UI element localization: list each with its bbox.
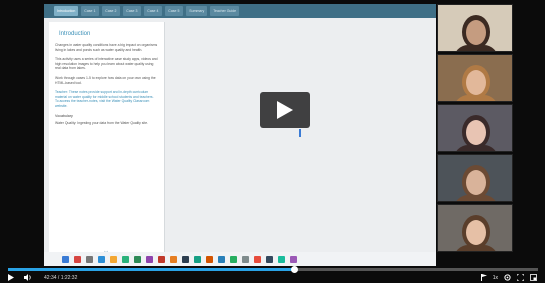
play-pause-button[interactable] — [8, 274, 14, 281]
participant-face — [466, 20, 486, 45]
progress-bar[interactable] — [8, 266, 538, 273]
tab-case-5[interactable]: Case 5 — [165, 6, 184, 16]
taskbar-app-icon[interactable] — [170, 255, 177, 263]
taskbar-app-icon[interactable] — [266, 255, 273, 263]
picture-in-picture-icon — [530, 274, 537, 281]
pip-button[interactable] — [530, 274, 537, 281]
windows-taskbar — [44, 252, 436, 266]
panel-paragraph: Work through cases 1-5 to explore how da… — [55, 75, 156, 85]
taskbar-app-icon[interactable] — [218, 255, 225, 263]
participant-face — [466, 220, 486, 245]
panel-paragraph: Water Quality: Ingesting your data from … — [55, 120, 149, 125]
participant-video-tile[interactable] — [437, 4, 513, 52]
play-icon — [277, 101, 293, 119]
participant-video-tile[interactable] — [437, 104, 513, 152]
taskbar-app-icon[interactable] — [122, 255, 129, 263]
intro-panel: Introduction Changes in water quality co… — [49, 22, 165, 262]
gear-icon — [504, 274, 511, 281]
player-controls: 42:34 / 1:22:32 1x — [0, 272, 545, 283]
play-icon — [8, 274, 14, 281]
participant-video-tile[interactable] — [437, 54, 513, 102]
progress-fill — [8, 268, 295, 271]
flag-icon — [480, 274, 487, 281]
video-frame: Introduction Case 1 Case 2 Case 3 Case 4… — [0, 0, 545, 283]
fullscreen-icon — [517, 274, 524, 281]
speed-button[interactable]: 1x — [493, 275, 498, 281]
play-button[interactable] — [260, 92, 310, 128]
tab-summary[interactable]: Summary — [186, 6, 208, 16]
taskbar-app-icon[interactable] — [194, 255, 201, 263]
panel-teacher-note: Teacher: These notes provide support and… — [55, 90, 154, 108]
participant-face — [466, 170, 486, 195]
taskbar-app-icon[interactable] — [146, 255, 153, 263]
taskbar-app-icon[interactable] — [182, 255, 189, 263]
tab-teacher-guide[interactable]: Teacher Guide — [210, 6, 240, 16]
tab-case-2[interactable]: Case 2 — [102, 6, 121, 16]
volume-button[interactable] — [24, 274, 32, 281]
taskbar-app-icon[interactable] — [254, 255, 261, 263]
volume-icon — [24, 274, 31, 281]
panel-vocabulary-heading: Vocabulary — [55, 113, 73, 118]
taskbar-app-icon[interactable] — [242, 255, 249, 263]
taskbar-app-icon[interactable] — [62, 255, 69, 263]
panel-paragraph: This activity uses a series of interacti… — [55, 57, 158, 71]
participant-video-tile[interactable] — [437, 204, 513, 252]
tab-introduction[interactable]: Introduction — [54, 6, 79, 16]
shared-screen: Introduction Case 1 Case 2 Case 3 Case 4… — [44, 4, 436, 266]
taskbar-app-icon[interactable] — [230, 255, 237, 263]
panel-title: Introduction — [59, 31, 91, 37]
taskbar-app-icon[interactable] — [74, 255, 81, 263]
participant-face — [466, 70, 486, 95]
taskbar-app-icon[interactable] — [206, 255, 213, 263]
time-display: 42:34 / 1:22:32 — [44, 274, 78, 281]
current-time: 42:34 — [44, 274, 57, 281]
fullscreen-button[interactable] — [517, 274, 524, 281]
flag-button[interactable] — [480, 274, 487, 281]
taskbar-app-icon[interactable] — [278, 255, 285, 263]
taskbar-app-icon[interactable] — [110, 255, 117, 263]
panel-paragraph: Changes in water quality conditions have… — [55, 43, 158, 52]
duration: 1:22:32 — [60, 274, 78, 281]
tab-case-1[interactable]: Case 1 — [81, 6, 100, 16]
participant-face — [466, 120, 486, 145]
participant-video-tile[interactable] — [437, 154, 513, 202]
tab-case-3[interactable]: Case 3 — [123, 6, 142, 16]
course-tabs: Introduction Case 1 Case 2 Case 3 Case 4… — [44, 4, 436, 18]
taskbar-app-icon[interactable] — [86, 255, 93, 263]
taskbar-app-icon[interactable] — [134, 255, 141, 263]
taskbar-app-icon[interactable] — [158, 255, 165, 263]
tab-case-4[interactable]: Case 4 — [144, 6, 163, 16]
taskbar-app-icon[interactable] — [290, 255, 297, 263]
mouse-cursor — [299, 129, 301, 137]
taskbar-app-icon[interactable] — [98, 255, 105, 263]
settings-button[interactable] — [504, 274, 511, 281]
